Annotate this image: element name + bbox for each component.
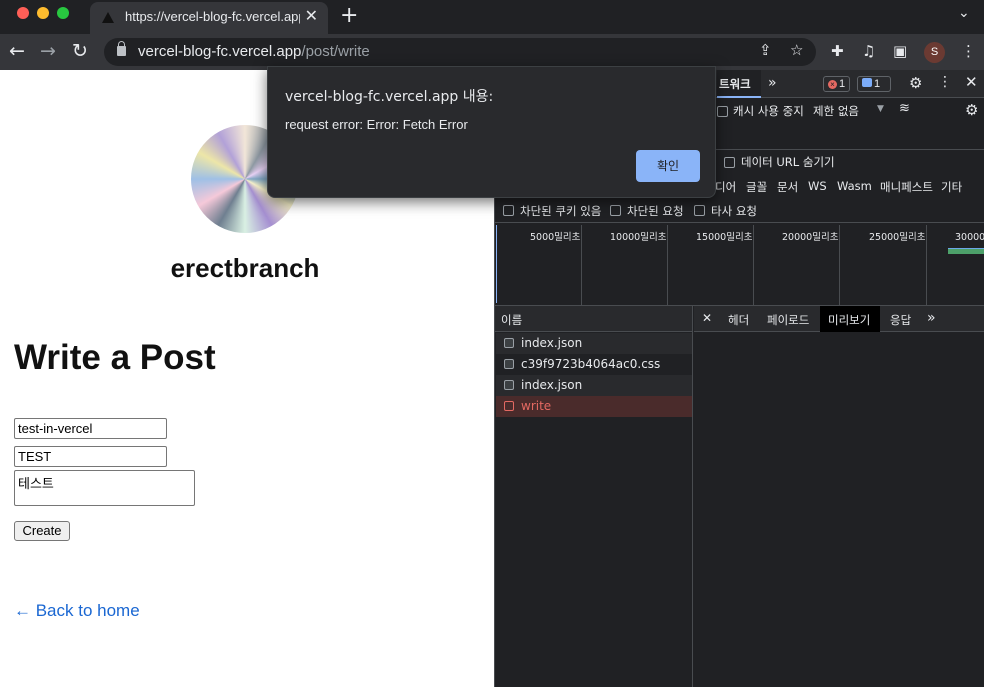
- avatar[interactable]: S: [924, 42, 945, 63]
- error-count-badge[interactable]: × 1: [823, 76, 850, 92]
- tab-close-icon[interactable]: ✕: [305, 6, 318, 25]
- timeline-cursor: [496, 225, 497, 303]
- browser-tab[interactable]: https://vercel-blog-fc.vercel.app/post/w…: [90, 2, 328, 34]
- dialog-message: request error: Error: Fetch Error: [285, 117, 468, 132]
- request-row[interactable]: c39f9723b4064ac0.css: [496, 354, 692, 375]
- side-panel-icon[interactable]: ▣: [893, 42, 907, 60]
- tab-preview[interactable]: 미리보기: [820, 306, 880, 332]
- tab-strip: https://vercel-blog-fc.vercel.app/post/w…: [0, 0, 984, 34]
- reload-icon[interactable]: ↻: [72, 39, 88, 63]
- back-arrow-icon[interactable]: ←: [9, 39, 25, 63]
- id-input[interactable]: test-in-vercel: [14, 418, 167, 439]
- name-column-header[interactable]: 이름: [495, 306, 692, 332]
- timeline-label: 10000밀리초: [610, 232, 667, 243]
- tab-network[interactable]: 트워크: [717, 70, 761, 98]
- kebab-menu-icon[interactable]: ⋮: [938, 74, 952, 90]
- timeline-request-bar: [948, 248, 984, 254]
- file-icon: [504, 380, 514, 390]
- message-count-badge[interactable]: 1: [857, 76, 891, 92]
- request-row[interactable]: index.json: [496, 333, 692, 354]
- chevron-down-icon[interactable]: ⌄: [958, 5, 970, 21]
- filter-type-manifest[interactable]: 매니페스트: [880, 179, 933, 195]
- filter-type-doc[interactable]: 문서: [777, 179, 798, 195]
- share-icon[interactable]: ⇪: [759, 41, 772, 59]
- browser-toolbar: ← → ↻ vercel-blog-fc.vercel.app/post/wri…: [0, 34, 984, 70]
- dropdown-caret-icon[interactable]: ▼: [877, 104, 884, 114]
- hide-data-urls-label: 데이터 URL 숨기기: [741, 155, 835, 169]
- timeline-gridline: [926, 225, 927, 305]
- filter-type-ws[interactable]: WS: [808, 179, 827, 193]
- filter-type-font[interactable]: 글꼴: [746, 179, 767, 195]
- timeline-gridline: [753, 225, 754, 305]
- menu-icon[interactable]: ⋮: [961, 42, 976, 60]
- close-window-button[interactable]: [17, 7, 29, 19]
- blocked-cookies-label: 차단된 쿠키 있음: [520, 204, 602, 218]
- more-panels-icon[interactable]: »: [768, 75, 777, 91]
- error-icon: ×: [828, 80, 837, 89]
- file-icon: [504, 338, 514, 348]
- settings-gear-icon[interactable]: ⚙: [909, 74, 922, 92]
- file-icon: [504, 359, 514, 369]
- request-list: 이름 index.json c39f9723b4064ac0.css index…: [495, 306, 693, 687]
- throttling-select[interactable]: 제한 없음: [813, 103, 859, 119]
- back-to-home-link[interactable]: ← Back to home: [14, 601, 140, 621]
- blocked-cookies-checkbox[interactable]: [503, 205, 514, 216]
- timeline-label: 5000밀리초: [530, 232, 581, 243]
- timeline-gridline: [667, 225, 668, 305]
- ok-button[interactable]: 확인: [636, 150, 700, 182]
- network-conditions-icon[interactable]: ≋: [899, 101, 910, 116]
- close-devtools-icon[interactable]: ✕: [965, 73, 978, 91]
- tab-response[interactable]: 응답: [890, 312, 911, 328]
- timeline-label: 25000밀리초: [869, 232, 926, 243]
- blocked-requests-checkbox[interactable]: [610, 205, 621, 216]
- lock-icon[interactable]: [117, 41, 126, 56]
- timeline-label-clip: 30000밀리초: [955, 229, 984, 241]
- filter-type-wasm[interactable]: Wasm: [837, 179, 872, 193]
- create-button[interactable]: Create: [14, 521, 70, 541]
- url-text[interactable]: vercel-blog-fc.vercel.app/post/write: [138, 43, 370, 60]
- minimize-window-button[interactable]: [37, 7, 49, 19]
- timeline-label: 20000밀리초: [782, 232, 839, 243]
- request-row[interactable]: index.json: [496, 375, 692, 396]
- disable-cache-checkbox[interactable]: [717, 106, 728, 117]
- forward-arrow-icon[interactable]: →: [40, 39, 56, 63]
- filter-type-other[interactable]: 기타: [941, 179, 962, 195]
- timeline-gridline: [581, 225, 582, 305]
- maximize-window-button[interactable]: [57, 7, 69, 19]
- content-textarea[interactable]: 테스트: [14, 470, 195, 506]
- tab-title: https://vercel-blog-fc.vercel.app/post/w…: [125, 9, 300, 24]
- failed-file-icon: [504, 401, 514, 411]
- hide-data-urls-checkbox[interactable]: [724, 157, 735, 168]
- page-title: Write a Post: [14, 338, 216, 377]
- address-bar[interactable]: vercel-blog-fc.vercel.app/post/write ⇪ ☆: [104, 38, 816, 66]
- star-icon[interactable]: ☆: [790, 41, 803, 59]
- title-input[interactable]: TEST: [14, 446, 167, 467]
- extensions-icon[interactable]: ✚: [831, 42, 844, 60]
- site-name: erectbranch: [170, 253, 320, 283]
- timeline-label: 30000밀리초: [955, 232, 984, 241]
- tab-payload[interactable]: 페이로드: [767, 312, 809, 328]
- media-icon[interactable]: ♫: [862, 42, 875, 60]
- message-icon: [862, 78, 872, 87]
- request-row-failed[interactable]: write: [496, 396, 692, 417]
- timeline-label: 15000밀리초: [696, 232, 753, 243]
- tab-headers[interactable]: 헤더: [728, 312, 749, 328]
- more-tabs-icon[interactable]: »: [927, 310, 936, 326]
- network-settings-gear-icon[interactable]: ⚙: [965, 101, 978, 119]
- third-party-label: 타사 요청: [711, 204, 757, 218]
- new-tab-button[interactable]: +: [340, 3, 358, 28]
- third-party-checkbox[interactable]: [694, 205, 705, 216]
- dialog-title: vercel-blog-fc.vercel.app 내용:: [285, 89, 494, 105]
- close-detail-icon[interactable]: ✕: [702, 311, 712, 325]
- blocked-requests-label: 차단된 요청: [627, 204, 684, 218]
- vercel-favicon-icon: [102, 12, 114, 23]
- detail-tab-bar: ✕ 헤더 페이로드 미리보기 응답 »: [694, 306, 984, 332]
- disable-cache-label: 캐시 사용 중지: [733, 104, 804, 118]
- timeline-gridline: [839, 225, 840, 305]
- filter-type-media[interactable]: 디어: [715, 179, 736, 195]
- alert-dialog: vercel-blog-fc.vercel.app 내용: request er…: [267, 66, 716, 198]
